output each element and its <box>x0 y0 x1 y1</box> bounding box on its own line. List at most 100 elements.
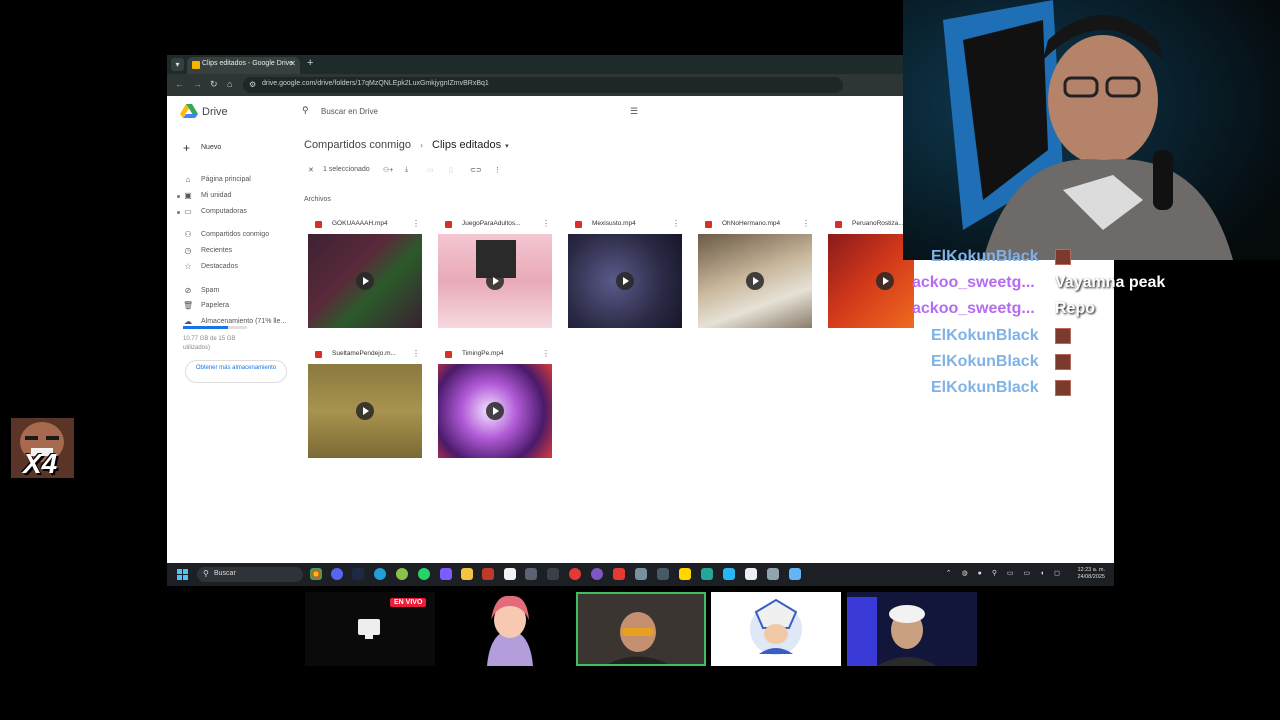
app-icon[interactable] <box>679 568 691 580</box>
reload-icon[interactable]: ↻ <box>210 79 218 90</box>
share-icon[interactable]: ⚇+ <box>383 166 393 174</box>
address-bar[interactable]: ⚙ drive.google.com/drive/folders/17qMzQN… <box>243 77 843 93</box>
telegram-icon[interactable] <box>374 568 386 580</box>
play-icon[interactable] <box>356 272 374 290</box>
app-icon[interactable] <box>504 568 516 580</box>
app-icon[interactable] <box>525 568 537 580</box>
app-icon[interactable] <box>482 568 494 580</box>
video-thumbnail[interactable] <box>438 234 552 328</box>
chrome-icon[interactable] <box>310 568 322 580</box>
whatsapp-icon[interactable] <box>418 568 430 580</box>
search-bar[interactable]: ⚲ Buscar en Drive <box>295 102 647 120</box>
app-icon[interactable] <box>767 568 779 580</box>
home-icon[interactable]: ⌂ <box>227 79 232 89</box>
app-icon[interactable] <box>591 568 603 580</box>
site-info-icon[interactable]: ⚙ <box>249 80 256 89</box>
app-icon[interactable] <box>613 568 625 580</box>
sidebar-item-recent[interactable]: ◷ Recientes <box>177 245 297 258</box>
file-card[interactable]: GOKUAAAAH.mp4 ⋮ <box>308 218 424 328</box>
caret-down-icon[interactable]: ▾ <box>505 143 509 150</box>
sidebar-item-computers[interactable]: ▭ Computadoras <box>177 206 297 219</box>
app-icon[interactable] <box>569 568 581 580</box>
file-card-header: SueltamePendejo.m... ⋮ <box>308 348 424 360</box>
video-thumbnail[interactable] <box>568 234 682 328</box>
guest-tile[interactable] <box>445 592 575 666</box>
guest-tile-active[interactable] <box>576 592 706 666</box>
sidebar-item-spam[interactable]: ⊘ Spam <box>177 285 297 298</box>
file-card[interactable]: TimingPe.mp4 ⋮ <box>438 348 554 458</box>
star-icon: ☆ <box>184 262 192 271</box>
file-card[interactable]: JuegoParaAdultos... ⋮ <box>438 218 554 328</box>
tab-clips-editados[interactable]: Clips editados - Google Drive ✕ <box>187 57 300 74</box>
video-thumbnail[interactable] <box>308 234 422 328</box>
video-thumbnail[interactable] <box>828 234 914 328</box>
app-icon[interactable] <box>701 568 713 580</box>
sidebar-item-label: Mi unidad <box>201 192 232 199</box>
more-icon[interactable]: ⋮ <box>494 166 501 174</box>
app-icon[interactable] <box>723 568 735 580</box>
play-icon[interactable] <box>356 402 374 420</box>
play-icon[interactable] <box>616 272 634 290</box>
forward-icon[interactable]: → <box>193 79 202 89</box>
app-icon[interactable] <box>440 568 452 580</box>
file-card[interactable]: SueltamePendejo.m... ⋮ <box>308 348 424 458</box>
video-thumbnail[interactable] <box>308 364 422 458</box>
sidebar-item-shared[interactable]: ⚇ Compartidos conmigo <box>177 229 297 242</box>
sidebar-item-trash[interactable]: 🗑 Papelera <box>177 300 297 313</box>
new-tab-icon[interactable]: + <box>307 57 313 69</box>
more-icon[interactable]: ⋮ <box>412 349 420 358</box>
app-icon[interactable] <box>331 568 343 580</box>
breadcrumb-current[interactable]: Clips editados <box>432 139 501 151</box>
clock[interactable]: 12:23 a. m. 24/08/2025 <box>1077 567 1105 581</box>
play-icon[interactable] <box>486 402 504 420</box>
app-icon[interactable] <box>635 568 647 580</box>
more-icon[interactable]: ⋮ <box>542 219 550 228</box>
file-card[interactable]: Mexisusto.mp4 ⋮ <box>568 218 684 328</box>
windows-start-icon[interactable] <box>177 569 188 580</box>
close-icon[interactable]: ✕ <box>289 59 296 68</box>
app-icon[interactable] <box>352 568 364 580</box>
expand-icon[interactable] <box>177 211 180 214</box>
chat-username: ackoo_sweetg... <box>912 300 1035 317</box>
guest-tile[interactable] <box>847 592 977 666</box>
sidebar-item-starred[interactable]: ☆ Destacados <box>177 261 297 274</box>
chevron-right-icon: › <box>420 140 423 150</box>
guest-tile[interactable]: EN VIVO <box>305 592 435 666</box>
app-icon[interactable] <box>657 568 669 580</box>
guest-tile[interactable] <box>711 592 841 666</box>
app-icon[interactable] <box>789 568 801 580</box>
clock-time: 12:23 a. m. <box>1077 567 1105 573</box>
file-card[interactable]: PeruanoRostiza... <box>828 218 914 328</box>
more-icon[interactable]: ⋮ <box>672 219 680 228</box>
folder-icon[interactable] <box>461 568 473 580</box>
search-input[interactable]: Buscar en Drive <box>321 107 378 116</box>
app-icon[interactable] <box>745 568 757 580</box>
expand-icon[interactable] <box>177 195 180 198</box>
tab-list-icon[interactable]: ▾ <box>171 58 184 71</box>
more-icon[interactable]: ⋮ <box>542 349 550 358</box>
video-file-icon <box>575 221 582 228</box>
more-icon[interactable]: ⋮ <box>412 219 420 228</box>
link-icon[interactable]: ⊂⊃ <box>470 166 482 174</box>
taskbar-search[interactable]: ⚲ Buscar <box>197 567 303 582</box>
play-icon[interactable] <box>876 272 894 290</box>
chat-username: ElKokunBlack <box>931 353 1039 370</box>
video-thumbnail[interactable] <box>698 234 812 328</box>
file-card-header: GOKUAAAAH.mp4 ⋮ <box>308 218 424 230</box>
more-icon[interactable]: ⋮ <box>802 219 810 228</box>
back-icon[interactable]: ← <box>175 79 184 89</box>
filter-icon[interactable]: ☰ <box>630 106 638 117</box>
breadcrumb-parent[interactable]: Compartidos conmigo <box>304 139 411 151</box>
clear-selection-icon[interactable]: ✕ <box>308 166 314 174</box>
app-icon[interactable] <box>547 568 559 580</box>
sidebar-item-my-drive[interactable]: ▣ Mi unidad <box>177 190 297 203</box>
system-tray[interactable]: ⌃ ◍ ● ⚲ ▭ ▭ ◖ ◻ <box>946 569 1064 577</box>
app-icon[interactable] <box>396 568 408 580</box>
sidebar-item-home[interactable]: ⌂ Página principal <box>177 174 297 187</box>
play-icon[interactable] <box>486 272 504 290</box>
get-more-storage-button[interactable]: Obtener más almacenamiento <box>185 360 287 383</box>
file-card[interactable]: OhNoHermano.mp4 ⋮ <box>698 218 814 328</box>
play-icon[interactable] <box>746 272 764 290</box>
video-thumbnail[interactable] <box>438 364 552 458</box>
download-icon[interactable]: ⤓ <box>405 166 408 174</box>
